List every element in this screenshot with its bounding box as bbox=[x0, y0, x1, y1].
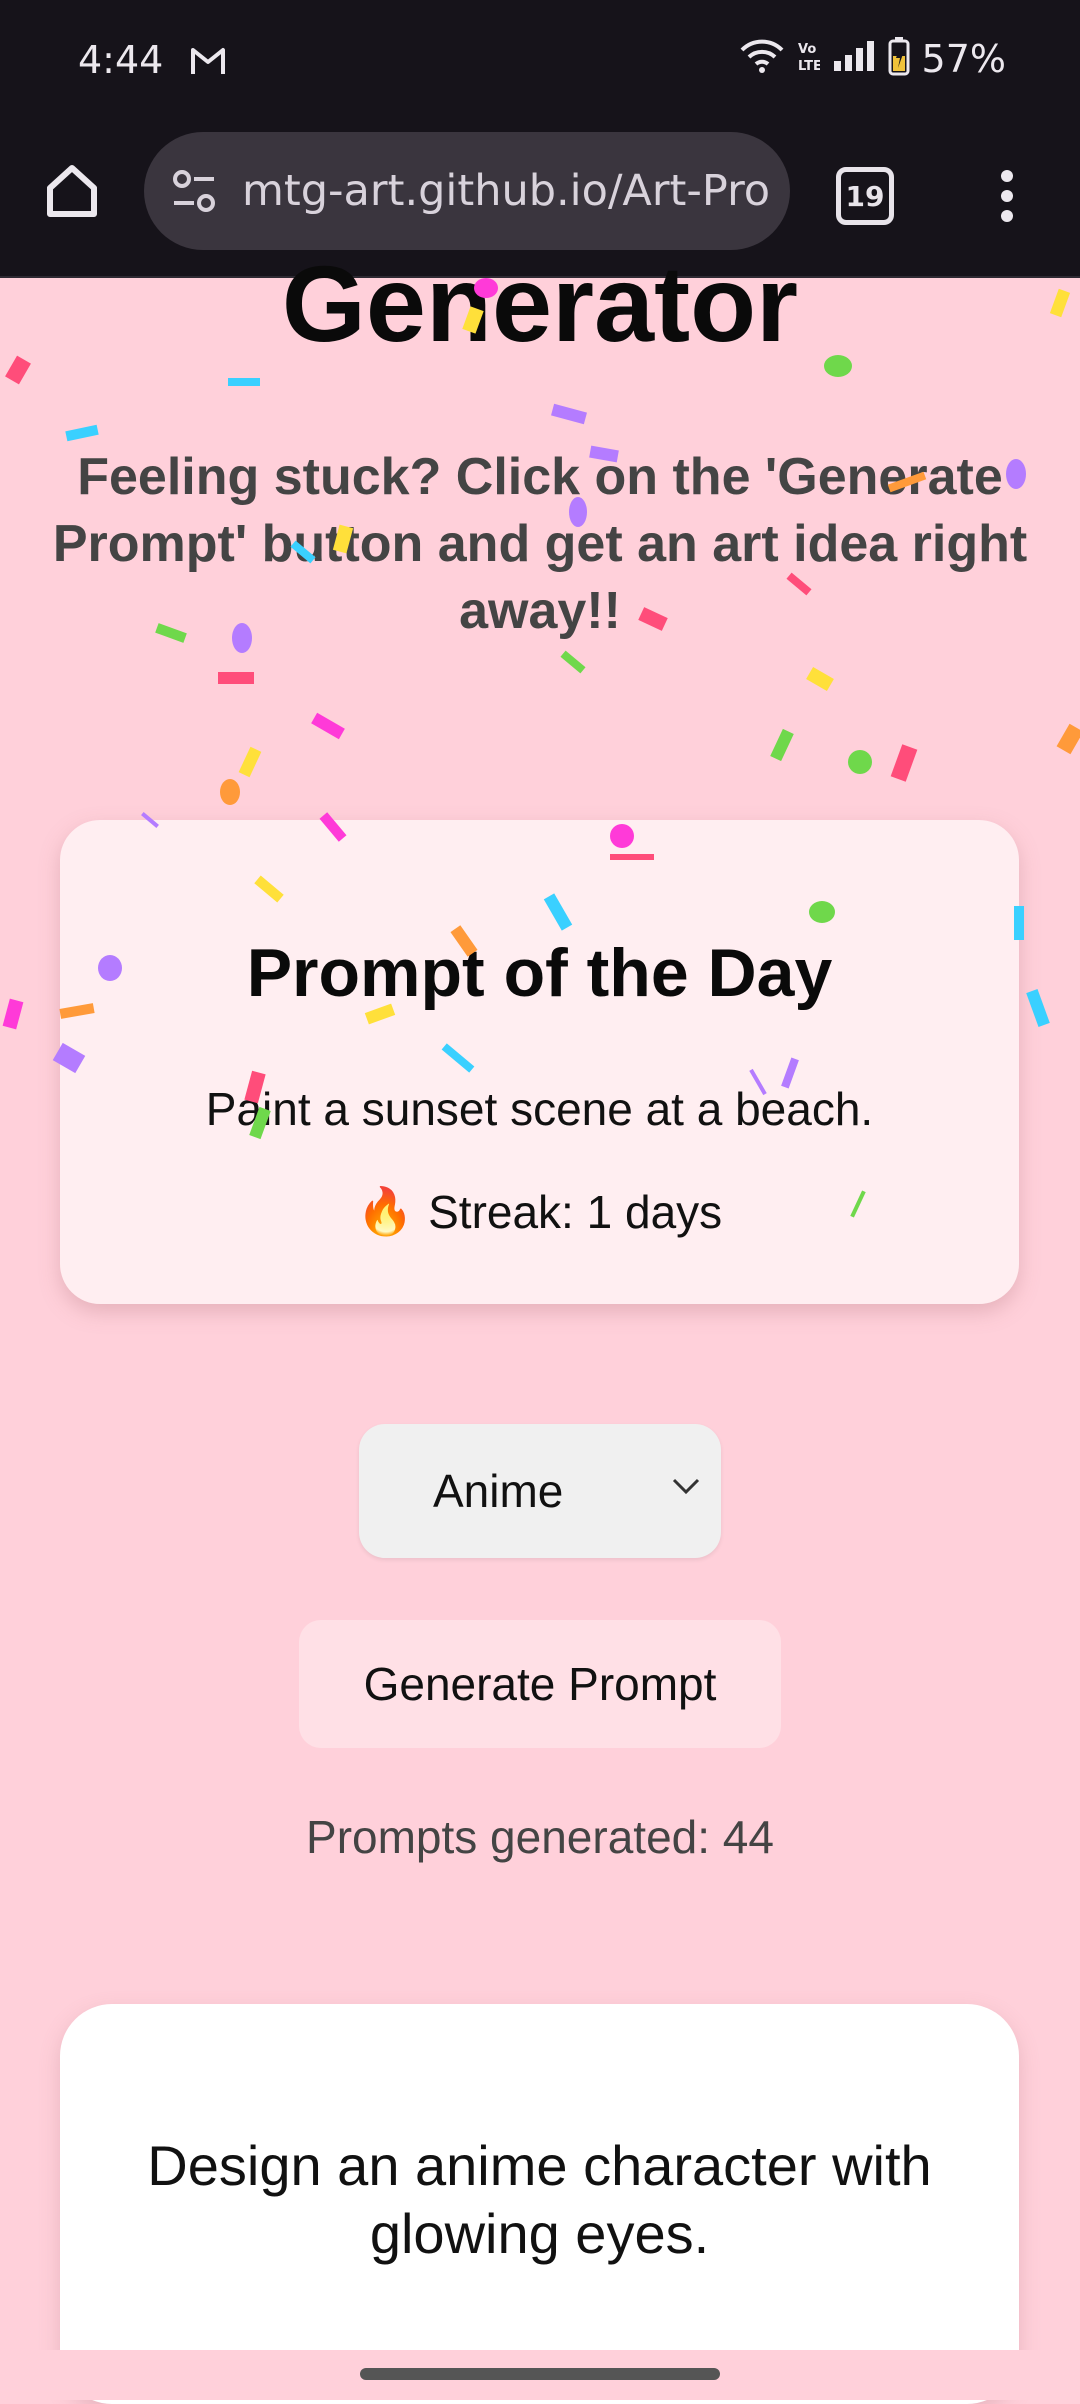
streak-counter: 🔥 Streak: 1 days bbox=[60, 1184, 1019, 1239]
chevron-down-icon bbox=[672, 1478, 700, 1495]
prompt-of-day-heading: Prompt of the Day bbox=[246, 935, 833, 1011]
streak-text: Streak: 1 days bbox=[428, 1185, 723, 1238]
home-button[interactable] bbox=[38, 156, 106, 224]
generated-prompt-text: Design an anime character with glowing e… bbox=[147, 2134, 932, 2265]
generate-prompt-button[interactable]: Generate Prompt bbox=[299, 1620, 781, 1748]
gmail-icon bbox=[190, 46, 226, 81]
tab-switcher-button[interactable]: 19 bbox=[836, 167, 894, 225]
prompts-generated-count: Prompts generated: 44 bbox=[306, 1811, 774, 1863]
prompt-of-day-card: Prompt of the Day Paint a sunset scene a… bbox=[60, 820, 1019, 1304]
battery-icon bbox=[888, 36, 910, 81]
gesture-nav-bar bbox=[0, 2350, 1080, 2400]
generated-prompt-card: Design an anime character with glowing e… bbox=[60, 2004, 1019, 2404]
page-content: Generator Feeling stuck? Click on the 'G… bbox=[0, 250, 1080, 2404]
style-select[interactable]: Anime bbox=[359, 1424, 721, 1558]
prompt-of-day-text: Paint a sunset scene at a beach. bbox=[205, 1083, 874, 1135]
volte-icon: Vo LTE bbox=[796, 38, 822, 79]
battery-percent: 57% bbox=[921, 36, 1006, 81]
svg-text:LTE: LTE bbox=[798, 59, 820, 74]
page-tagline: Feeling stuck? Click on the 'Generate Pr… bbox=[52, 448, 1028, 640]
home-gesture-handle[interactable] bbox=[360, 2368, 720, 2380]
site-settings-icon[interactable] bbox=[168, 165, 220, 217]
home-icon bbox=[47, 165, 97, 217]
status-icons: Vo LTE 57% bbox=[740, 36, 1006, 81]
more-vert-icon bbox=[1001, 170, 1013, 222]
style-select-value: Anime bbox=[433, 1465, 564, 1517]
page-title: Generator bbox=[281, 243, 799, 364]
browser-menu-button[interactable] bbox=[990, 166, 1024, 226]
url-text: mtg-art.github.io/Art-Pro bbox=[242, 166, 771, 216]
wifi-icon bbox=[740, 38, 784, 79]
svg-text:Vo: Vo bbox=[798, 42, 816, 57]
signal-icon bbox=[832, 39, 876, 78]
fire-icon: 🔥 bbox=[356, 1185, 415, 1237]
status-bar: 4:44 Vo LTE 57% bbox=[0, 0, 1080, 126]
status-time: 4:44 bbox=[78, 38, 164, 82]
address-bar[interactable]: mtg-art.github.io/Art-Pro bbox=[144, 132, 790, 250]
